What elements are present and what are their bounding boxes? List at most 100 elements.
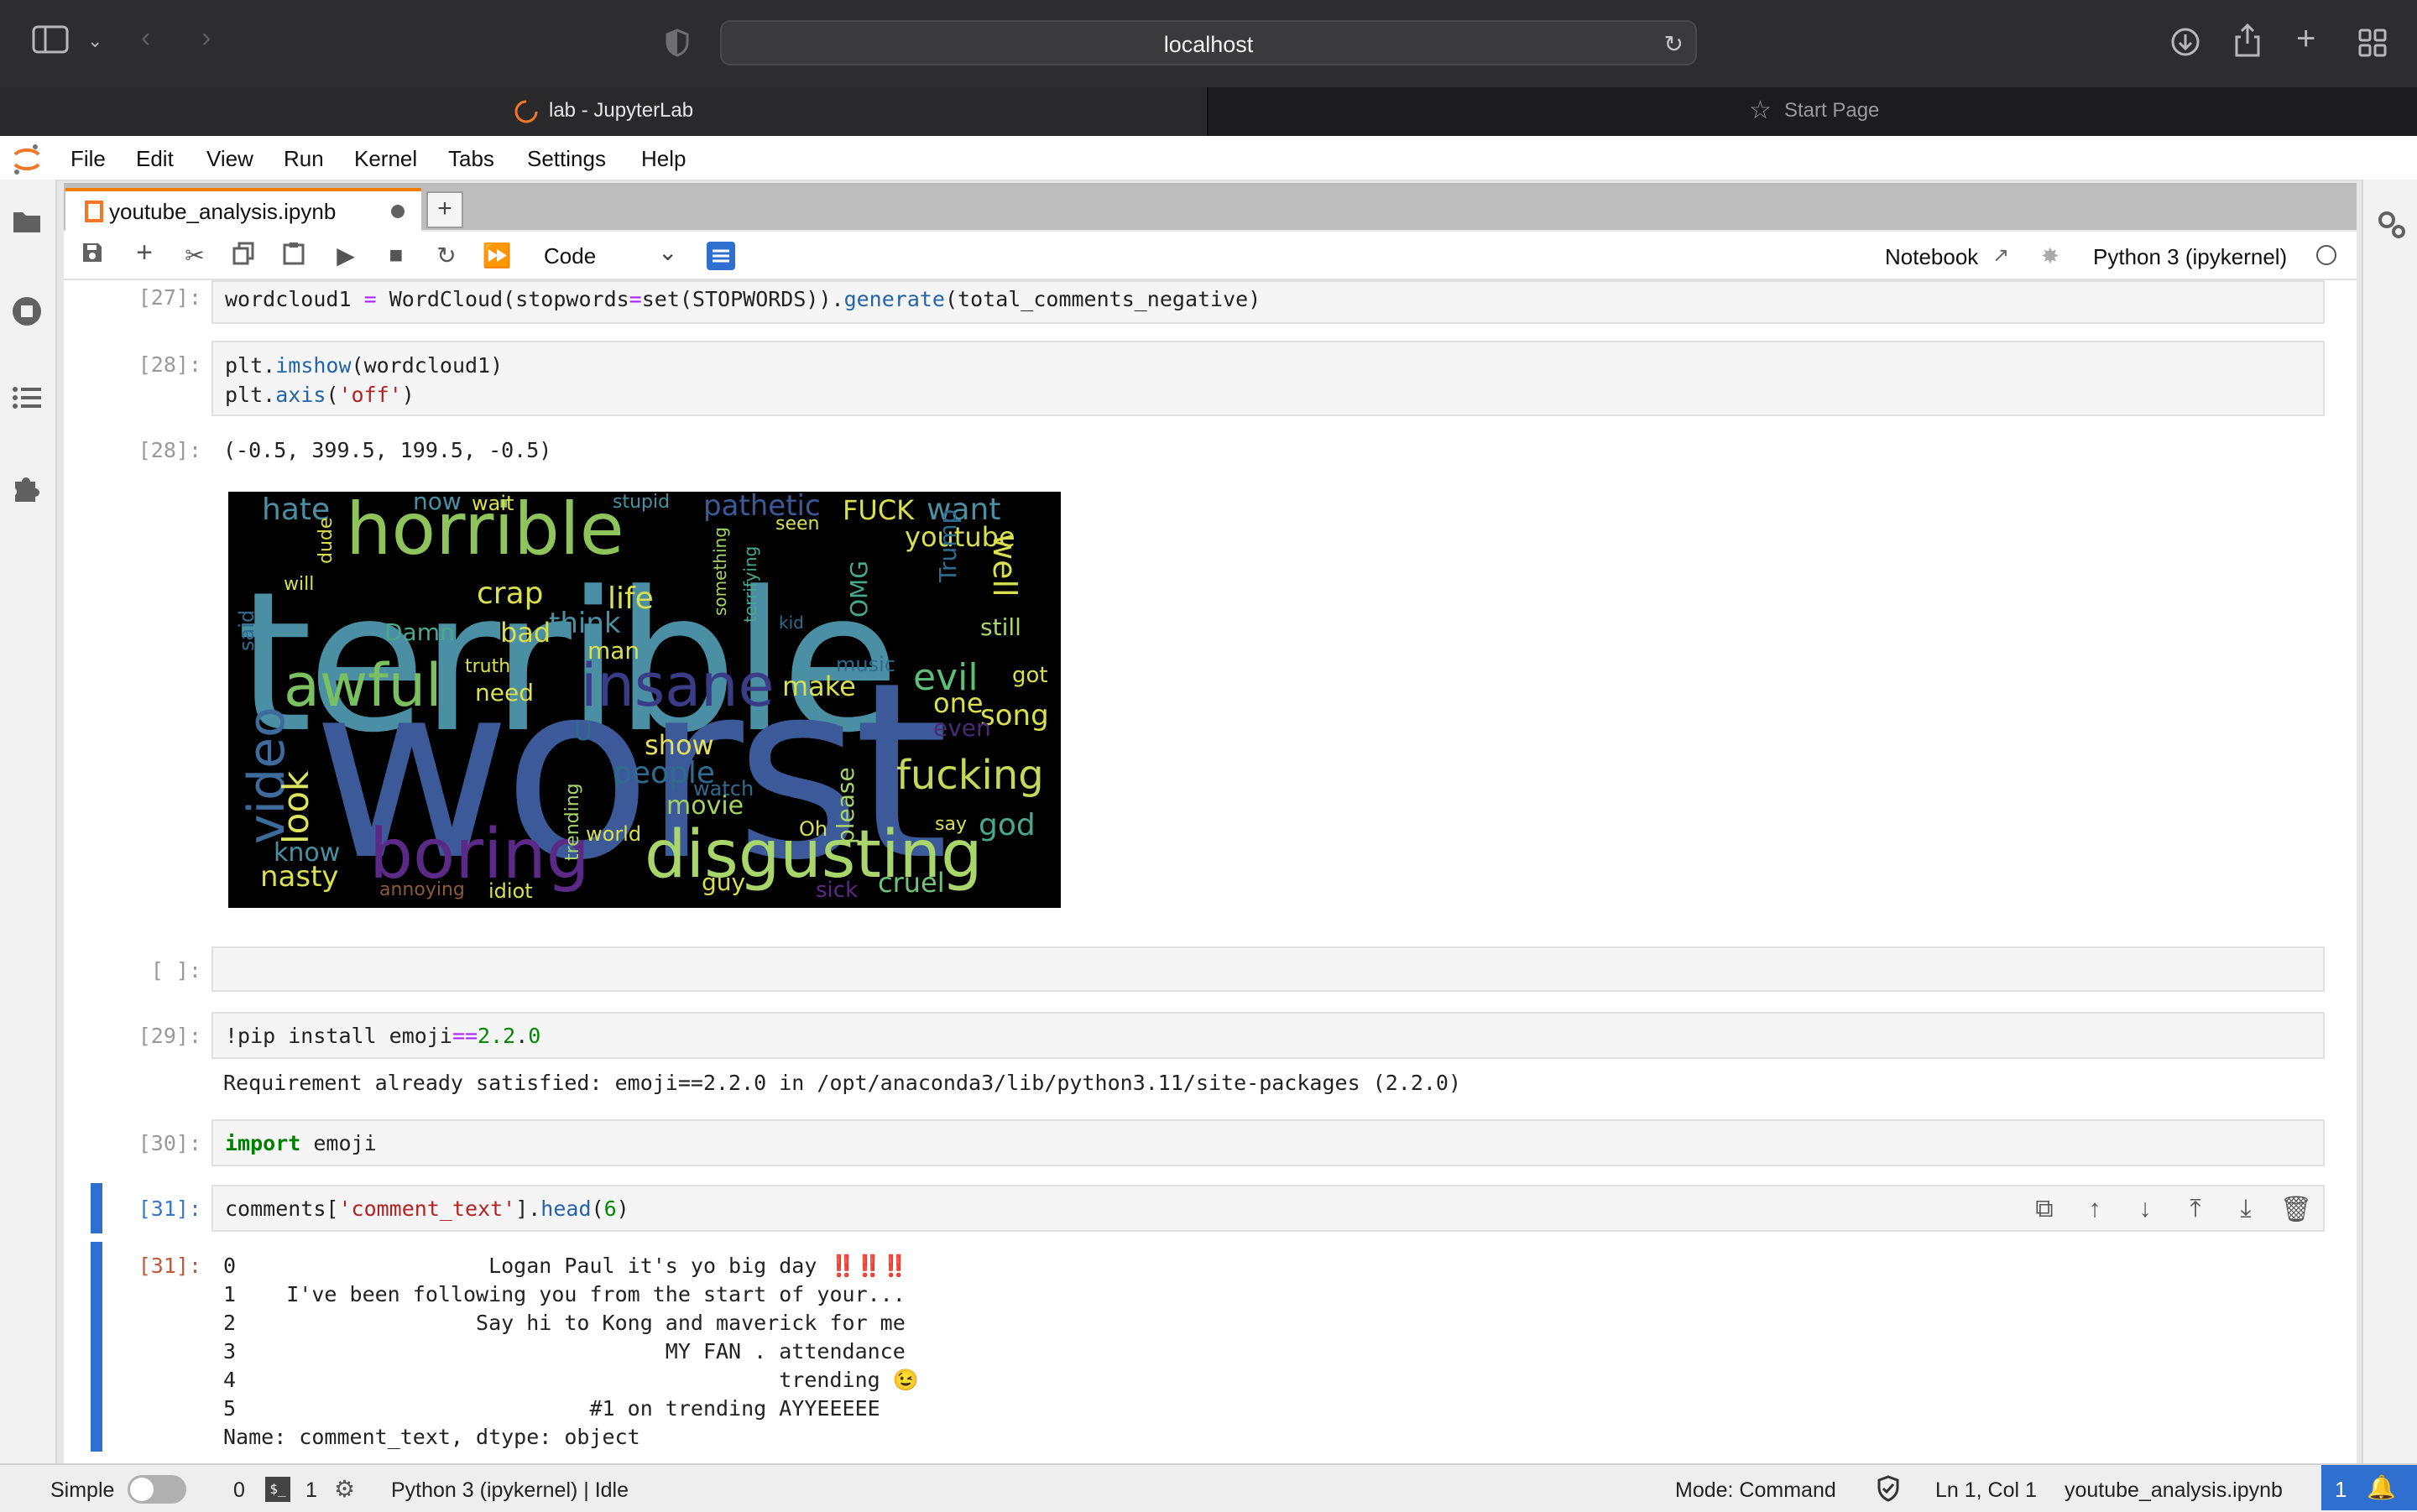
- open-in-notebook-link[interactable]: Notebook: [1885, 244, 1978, 270]
- menu-edit[interactable]: Edit: [136, 146, 174, 172]
- wc-word: crap: [477, 576, 544, 611]
- menu-settings[interactable]: Settings: [527, 146, 606, 172]
- wc-word: man: [587, 637, 640, 665]
- extensions-puzzle-icon[interactable]: [10, 473, 44, 507]
- debugger-icon[interactable]: ✸: [2041, 243, 2059, 269]
- wc-word: Damn: [384, 618, 455, 646]
- wc-word: look: [275, 770, 316, 844]
- kernel-chip-icon[interactable]: ⚙: [334, 1475, 355, 1503]
- chevron-down-icon[interactable]: ⌄: [87, 30, 102, 52]
- star-icon: ☆: [1749, 96, 1772, 124]
- insert-cell-icon[interactable]: +: [129, 237, 159, 269]
- running-kernels-icon[interactable]: [10, 295, 44, 329]
- wc-word: awful: [284, 651, 442, 720]
- simple-mode-toggle[interactable]: [128, 1475, 186, 1504]
- stop-icon[interactable]: ■: [381, 242, 411, 269]
- back-arrow-icon[interactable]: ‹: [141, 22, 150, 55]
- cell-type-dropdown[interactable]: Code ⌄: [530, 238, 685, 272]
- menubar: File Edit View Run Kernel Tabs Settings …: [0, 136, 2417, 181]
- cursor-position[interactable]: Ln 1, Col 1: [1935, 1478, 2037, 1503]
- property-inspector-gears-icon[interactable]: [2375, 208, 2409, 246]
- code-cell-input[interactable]: plt.imshow(wordcloud1) plt.axis('off'): [211, 341, 2325, 416]
- output-prompt: [31]:: [138, 1254, 201, 1278]
- fast-forward-icon[interactable]: ⏩: [482, 242, 512, 269]
- copy-icon[interactable]: [228, 242, 258, 271]
- forward-arrow-icon[interactable]: ›: [201, 22, 211, 55]
- menu-kernel[interactable]: Kernel: [354, 146, 417, 172]
- terminal-icon[interactable]: $_: [265, 1477, 290, 1502]
- menu-tabs[interactable]: Tabs: [448, 146, 494, 172]
- downloads-icon[interactable]: [2170, 27, 2200, 61]
- share-icon[interactable]: [2234, 23, 2261, 61]
- wc-word: U: [574, 717, 593, 747]
- menu-run[interactable]: Run: [284, 146, 324, 172]
- wc-word: world: [586, 822, 642, 846]
- browser-tab-label: lab - JupyterLab: [549, 99, 694, 122]
- tab-overview-icon[interactable]: [2358, 29, 2387, 61]
- reload-icon[interactable]: ↻: [1664, 30, 1684, 58]
- cut-icon[interactable]: ✂: [180, 242, 210, 269]
- cell-prompt: [27]:: [138, 285, 201, 310]
- wc-word: watch: [693, 777, 754, 800]
- wc-word: think: [549, 607, 621, 640]
- delete-cell-icon[interactable]: 🗑: [2278, 1195, 2315, 1224]
- move-up-icon[interactable]: ↑: [2076, 1195, 2113, 1223]
- kernel-name[interactable]: Python 3 (ipykernel): [2093, 244, 2287, 270]
- wc-word: something: [710, 527, 730, 616]
- menu-file[interactable]: File: [70, 146, 106, 172]
- run-icon[interactable]: ▶: [331, 242, 361, 269]
- output-prompt: [28]:: [138, 438, 201, 462]
- restart-icon[interactable]: ↻: [431, 242, 462, 269]
- privacy-shield-icon[interactable]: [665, 29, 690, 61]
- terminal-count[interactable]: 0: [233, 1478, 245, 1503]
- property-inspector-toggle-icon[interactable]: [707, 242, 735, 270]
- code-cell-input[interactable]: !pip install emoji==2.2.0: [211, 1012, 2325, 1059]
- external-link-icon[interactable]: ↗: [1992, 243, 2009, 268]
- wc-word: idiot: [488, 879, 533, 903]
- wc-word: need: [475, 679, 534, 706]
- table-of-contents-icon[interactable]: [10, 384, 44, 418]
- code-cell-input[interactable]: comments['comment_text'].head(6): [211, 1185, 2325, 1232]
- wc-word: insane: [581, 651, 775, 720]
- wc-word: god: [979, 808, 1036, 842]
- notification-count: 1: [2335, 1477, 2347, 1502]
- wc-word: got: [1012, 663, 1048, 688]
- kernel-count[interactable]: 1: [305, 1478, 317, 1503]
- duplicate-cell-icon[interactable]: ⧉: [2026, 1195, 2063, 1223]
- output-line: 1 I've been following you from the start…: [223, 1282, 906, 1306]
- code-cell-input[interactable]: import emoji: [211, 1119, 2325, 1166]
- add-launcher-button[interactable]: +: [426, 191, 463, 228]
- url-text: localhost: [1163, 32, 1254, 57]
- insert-above-icon[interactable]: ⤒: [2177, 1195, 2214, 1223]
- sidebar-toggle-icon[interactable]: [32, 25, 69, 61]
- new-tab-icon[interactable]: +: [2296, 20, 2315, 58]
- folder-icon[interactable]: [10, 208, 44, 242]
- code-line: wordcloud1 = WordCloud(stopwords=set(STO…: [225, 287, 1261, 311]
- move-down-icon[interactable]: ↓: [2127, 1195, 2164, 1223]
- menu-view[interactable]: View: [206, 146, 253, 172]
- code-cell-input[interactable]: wordcloud1 = WordCloud(stopwords=set(STO…: [211, 280, 2325, 324]
- menu-help[interactable]: Help: [641, 146, 686, 172]
- notifications-button[interactable]: 1 🔔: [2321, 1465, 2417, 1510]
- code-cell-input[interactable]: [211, 946, 2325, 992]
- wc-word: stupid: [613, 492, 671, 513]
- toggle-knob: [130, 1478, 154, 1501]
- wc-word: will: [284, 574, 315, 595]
- cell-output-text: (-0.5, 399.5, 199.5, -0.5): [223, 438, 552, 462]
- wc-word: dude: [316, 517, 337, 564]
- paste-icon[interactable]: [279, 242, 309, 271]
- save-icon[interactable]: [77, 242, 107, 269]
- wc-word: said: [235, 609, 258, 651]
- notebook-tab-label: youtube_analysis.ipynb: [109, 199, 337, 224]
- mode-indicator: Mode: Command: [1675, 1478, 1836, 1502]
- unsaved-dot-icon[interactable]: [391, 205, 405, 218]
- kernel-status-text[interactable]: Python 3 (ipykernel) | Idle: [391, 1478, 629, 1503]
- browser-tab-label: Start Page: [1784, 99, 1880, 122]
- trusted-shield-icon[interactable]: [1877, 1475, 1900, 1506]
- status-bar: [0, 1463, 2417, 1512]
- insert-below-icon[interactable]: ⤓: [2227, 1195, 2264, 1223]
- wc-word: Oh: [799, 817, 828, 841]
- wc-word: still: [980, 613, 1021, 641]
- address-bar[interactable]: localhost ↻: [720, 20, 1697, 65]
- notebook-tab[interactable]: youtube_analysis.ipynb: [65, 188, 421, 232]
